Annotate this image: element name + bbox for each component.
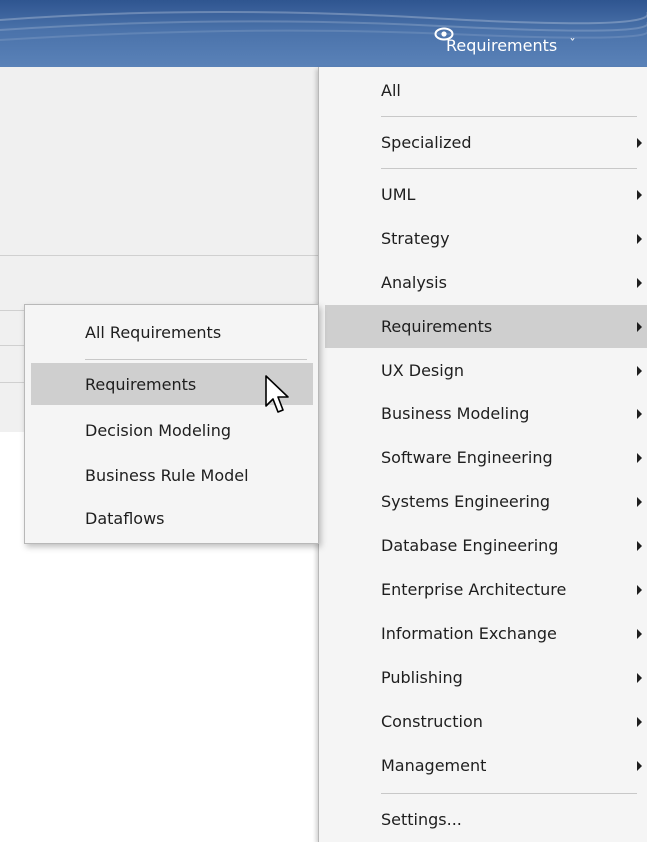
submenu-item-label: Decision Modeling <box>85 420 231 440</box>
menu-item-business-modeling[interactable]: Business Modeling <box>325 392 647 435</box>
submenu-arrow-icon <box>637 137 642 148</box>
submenu-arrow-icon <box>637 496 642 507</box>
eye-icon <box>434 27 454 41</box>
menu-item-label: Software Engineering <box>381 448 553 467</box>
menu-item-label: Information Exchange <box>381 624 557 643</box>
chevron-down-icon: ˇ <box>569 37 576 53</box>
submenu-arrow-icon <box>637 277 642 288</box>
menu-item-settings[interactable]: Settings... <box>325 798 647 841</box>
menu-item-label: Specialized <box>381 133 472 152</box>
submenu-arrow-icon <box>637 628 642 639</box>
submenu-arrow-icon <box>637 672 642 683</box>
menu-item-systems-engineering[interactable]: Systems Engineering <box>325 480 647 523</box>
submenu-arrow-icon <box>637 189 642 200</box>
submenu-arrow-icon <box>637 452 642 463</box>
submenu-arrow-icon <box>637 233 642 244</box>
submenu-item-business-rule-model[interactable]: Business Rule Model <box>31 454 313 496</box>
submenu-arrow-icon <box>637 321 642 332</box>
submenu-item-label: Business Rule Model <box>85 465 249 485</box>
submenu-arrow-icon <box>637 540 642 551</box>
menu-item-requirements[interactable]: Requirements <box>325 305 647 348</box>
perspective-button-label: Requirements <box>446 35 558 55</box>
menu-item-label: Database Engineering <box>381 536 559 555</box>
menu-separator <box>381 168 637 169</box>
menu-item-label: All <box>381 81 401 100</box>
menu-item-publishing[interactable]: Publishing <box>325 656 647 699</box>
ribbon-header: Requirements ˇ <box>0 0 647 67</box>
submenu-item-all-requirements[interactable]: All Requirements <box>31 311 313 353</box>
submenu-arrow-icon <box>637 584 642 595</box>
menu-item-enterprise-architecture[interactable]: Enterprise Architecture <box>325 568 647 611</box>
menu-item-label: Strategy <box>381 229 450 248</box>
submenu-item-label: All Requirements <box>85 322 222 342</box>
menu-item-label: Publishing <box>381 668 463 687</box>
menu-item-label: Enterprise Architecture <box>381 580 567 599</box>
menu-item-label: UML <box>381 185 416 204</box>
mouse-cursor-icon <box>265 375 289 413</box>
menu-item-label: Analysis <box>381 273 447 292</box>
menu-item-label: Construction <box>381 712 483 731</box>
menu-item-software-engineering[interactable]: Software Engineering <box>325 436 647 479</box>
submenu-arrow-icon <box>637 760 642 771</box>
requirements-submenu: All Requirements Requirements Decision M… <box>24 304 319 544</box>
menu-item-label: UX Design <box>381 361 464 380</box>
submenu-arrow-icon <box>637 408 642 419</box>
menu-separator <box>381 116 637 117</box>
submenu-item-dataflows[interactable]: Dataflows <box>31 497 313 539</box>
submenu-item-label: Dataflows <box>85 508 165 528</box>
menu-item-label: Requirements <box>381 317 493 336</box>
menu-item-label: Systems Engineering <box>381 492 551 511</box>
menu-item-construction[interactable]: Construction <box>325 700 647 743</box>
menu-item-label: Business Modeling <box>381 404 530 423</box>
submenu-separator <box>85 359 307 360</box>
background-divider <box>0 255 320 256</box>
menu-item-database-engineering[interactable]: Database Engineering <box>325 524 647 567</box>
menu-item-all[interactable]: All <box>325 69 647 112</box>
menu-item-label: Settings... <box>381 810 462 829</box>
menu-item-label: Management <box>381 756 487 775</box>
menu-separator <box>381 793 637 794</box>
perspective-button[interactable]: Requirements ˇ <box>434 27 647 63</box>
menu-item-analysis[interactable]: Analysis <box>325 261 647 304</box>
menu-item-information-exchange[interactable]: Information Exchange <box>325 612 647 655</box>
menu-item-management[interactable]: Management <box>325 744 647 787</box>
submenu-arrow-icon <box>637 365 642 376</box>
menu-item-specialized[interactable]: Specialized <box>325 121 647 164</box>
submenu-item-label: Requirements <box>85 374 197 394</box>
submenu-arrow-icon <box>637 716 642 727</box>
menu-item-ux-design[interactable]: UX Design <box>325 349 647 392</box>
perspective-menu: All Specialized UML Strategy Analysis Re… <box>318 67 647 842</box>
menu-item-strategy[interactable]: Strategy <box>325 217 647 260</box>
menu-item-uml[interactable]: UML <box>325 173 647 216</box>
